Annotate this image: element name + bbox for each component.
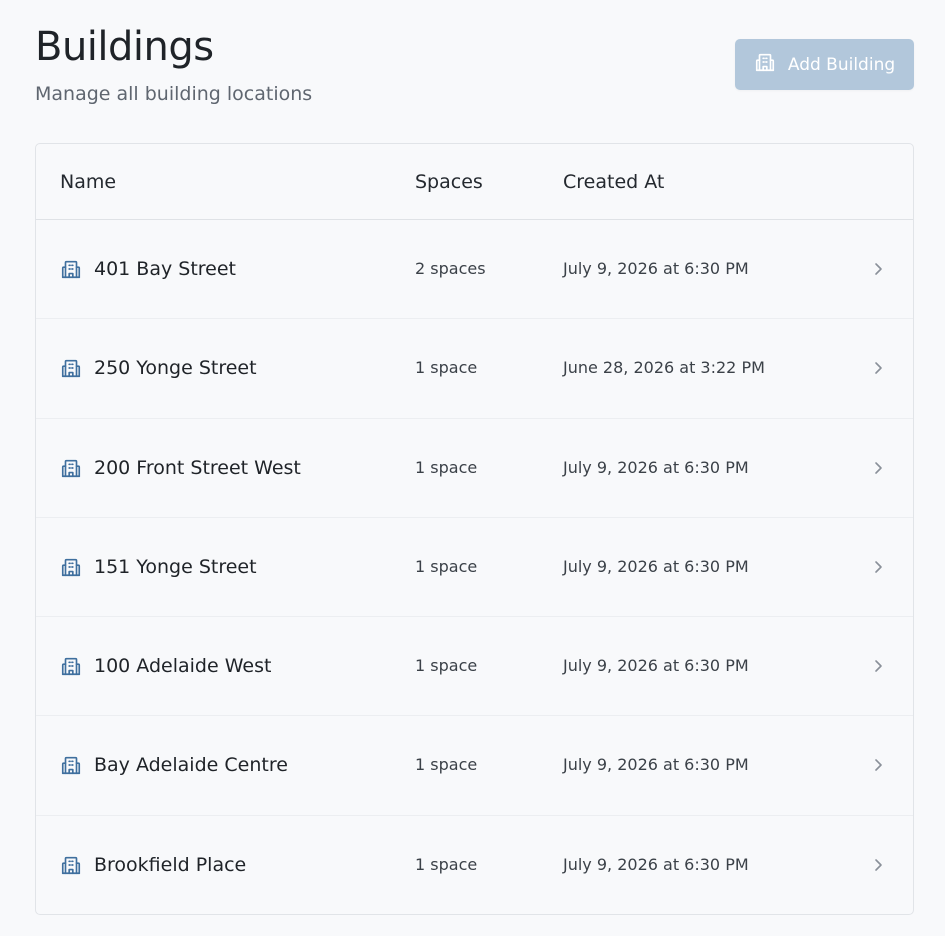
building-created-at: July 9, 2026 at 6:30 PM: [563, 556, 749, 576]
chevron-right-icon[interactable]: [871, 657, 885, 675]
building-created-at: July 9, 2026 at 6:30 PM: [563, 259, 749, 278]
table-row[interactable]: Brookfield Place 1 space July 9, 2026 at…: [36, 816, 913, 914]
page-subtitle: Manage all building locations: [35, 83, 313, 105]
building-icon: [60, 854, 82, 876]
table-row[interactable]: 401 Bay Street 2 spaces July 9, 2026 at …: [36, 220, 913, 320]
column-header-spaces[interactable]: Spaces: [415, 170, 483, 194]
building-name: Bay Adelaide Centre: [94, 754, 288, 777]
building-spaces-count: 2 spaces: [415, 259, 486, 278]
building-spaces-count: 1 space: [415, 755, 478, 775]
building-icon: [60, 556, 82, 578]
building-icon: [754, 51, 776, 78]
buildings-page: Buildings Manage all building locations …: [0, 0, 945, 936]
building-spaces-count: 1 space: [415, 358, 478, 378]
chevron-right-icon[interactable]: [871, 359, 885, 377]
table-row[interactable]: 100 Adelaide West 1 space July 9, 2026 a…: [36, 617, 913, 717]
add-building-button[interactable]: Add Building: [735, 39, 914, 90]
page-title: Buildings: [35, 24, 214, 70]
building-name: Brookfield Place: [94, 853, 247, 876]
building-created-at: July 9, 2026 at 6:30 PM: [563, 656, 749, 676]
table-body: 401 Bay Street 2 spaces July 9, 2026 at …: [36, 220, 913, 914]
chevron-right-icon[interactable]: [871, 260, 885, 278]
chevron-right-icon[interactable]: [871, 558, 885, 576]
building-created-at: June 28, 2026 at 3:22 PM: [563, 358, 765, 378]
building-name: 100 Adelaide West: [94, 655, 272, 678]
table-row[interactable]: Bay Adelaide Centre 1 space July 9, 2026…: [36, 716, 913, 816]
building-name: 151 Yonge Street: [94, 555, 257, 578]
chevron-right-icon[interactable]: [871, 756, 885, 774]
chevron-right-icon[interactable]: [871, 856, 885, 874]
building-icon: [60, 457, 82, 479]
building-name: 250 Yonge Street: [94, 357, 257, 380]
add-building-label: Add Building: [787, 54, 896, 75]
table-row[interactable]: 250 Yonge Street 1 space June 28, 2026 a…: [36, 319, 913, 419]
column-header-name[interactable]: Name: [60, 170, 116, 194]
table-header: Name Spaces Created At: [36, 144, 913, 220]
table-row[interactable]: 200 Front Street West 1 space July 9, 20…: [36, 419, 913, 518]
chevron-right-icon[interactable]: [871, 459, 885, 477]
building-spaces-count: 1 space: [415, 854, 478, 874]
building-spaces-count: 1 space: [415, 556, 478, 576]
building-name: 401 Bay Street: [94, 258, 236, 280]
building-name: 200 Front Street West: [94, 456, 301, 479]
building-created-at: July 9, 2026 at 6:30 PM: [563, 755, 749, 775]
building-created-at: July 9, 2026 at 6:30 PM: [563, 854, 749, 874]
buildings-table: Name Spaces Created At 401 Bay Street 2 …: [35, 143, 914, 915]
building-created-at: July 9, 2026 at 6:30 PM: [563, 457, 749, 477]
table-row[interactable]: 151 Yonge Street 1 space July 9, 2026 at…: [36, 518, 913, 618]
building-icon: [60, 258, 82, 280]
building-icon: [60, 754, 82, 776]
building-icon: [60, 655, 82, 677]
building-spaces-count: 1 space: [415, 457, 478, 477]
column-header-created-at[interactable]: Created At: [563, 170, 664, 194]
building-icon: [60, 357, 82, 379]
building-spaces-count: 1 space: [415, 656, 478, 676]
